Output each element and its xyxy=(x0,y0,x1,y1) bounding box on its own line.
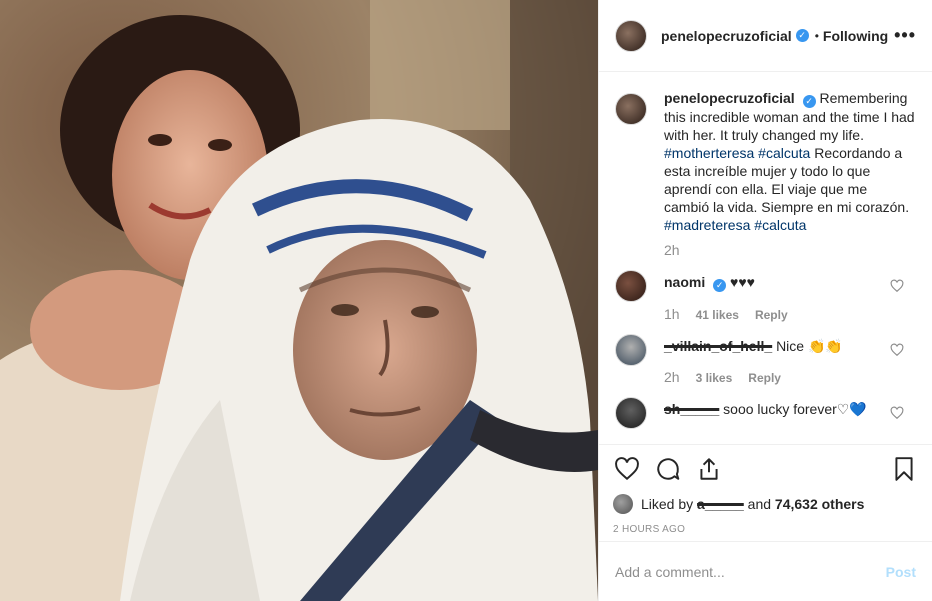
comment-body: sh_____ sooo lucky forever♡💙 xyxy=(664,400,886,429)
add-comment-bar: Post xyxy=(599,541,932,601)
avatar[interactable] xyxy=(615,270,647,302)
reply-button[interactable]: Reply xyxy=(748,371,781,385)
following-button[interactable]: Following xyxy=(823,28,888,44)
separator-dot: • xyxy=(814,28,819,43)
comment-username[interactable]: _villain_of_hell_ xyxy=(664,338,772,354)
comment-text-line: naomi ✓ ♥♥♥ xyxy=(664,273,886,292)
share-icon[interactable] xyxy=(695,455,723,483)
avatar[interactable] xyxy=(615,19,647,52)
post-image-art xyxy=(0,0,598,601)
avatar[interactable] xyxy=(613,494,633,514)
heart-icon[interactable] xyxy=(613,455,641,483)
liker-username[interactable]: a_____ xyxy=(697,496,744,512)
comment-text: Nice 👏👏 xyxy=(776,338,843,354)
comment-text-line: sh_____ sooo lucky forever♡💙 xyxy=(664,400,886,418)
post-header: penelopecruzoficial ✓ • Following ••• xyxy=(599,0,932,72)
like-comment-heart-icon[interactable] xyxy=(890,343,904,357)
hashtag-link[interactable]: #calcuta xyxy=(754,217,806,233)
more-icon[interactable]: ••• xyxy=(894,25,916,46)
comment-body: _villain_of_hell_ Nice 👏👏 2h 3 likes Rep… xyxy=(664,337,886,385)
caption-username[interactable]: penelopecruzoficial xyxy=(664,90,795,106)
comment-username[interactable]: sh_____ xyxy=(664,401,719,417)
verified-icon: ✓ xyxy=(713,279,727,292)
comment-icon[interactable] xyxy=(654,455,682,483)
likes-summary: Liked by a_____ and 74,632 others xyxy=(613,494,918,514)
bookmark-icon[interactable] xyxy=(890,455,918,483)
verified-icon: ✓ xyxy=(795,29,809,42)
comment-item: _villain_of_hell_ Nice 👏👏 2h 3 likes Rep… xyxy=(615,334,916,385)
reply-button[interactable]: Reply xyxy=(755,308,788,322)
hashtag-link[interactable]: #calcuta xyxy=(758,145,810,161)
hashtag-link[interactable]: #motherteresa xyxy=(664,145,754,161)
comment-text-line: _villain_of_hell_ Nice 👏👏 xyxy=(664,337,886,355)
action-icons xyxy=(613,455,918,483)
avatar[interactable] xyxy=(615,397,647,429)
comment-meta: 1h 41 likes Reply xyxy=(664,306,886,322)
likes-count[interactable]: 74,632 others xyxy=(775,496,865,512)
post-timestamp[interactable]: 2 HOURS AGO xyxy=(613,524,918,535)
comment-input[interactable] xyxy=(615,563,886,580)
caption-body: penelopecruzoficial ✓ Remembering this i… xyxy=(664,89,916,234)
like-comment-heart-icon[interactable] xyxy=(890,406,904,420)
comment-likes[interactable]: 41 likes xyxy=(696,308,739,322)
comment-item: naomi ✓ ♥♥♥ 1h 41 likes Reply xyxy=(615,270,916,322)
likes-middle: and xyxy=(747,496,772,512)
hashtag-link[interactable]: #madreteresa xyxy=(664,217,750,233)
post-image[interactable] xyxy=(0,0,598,601)
comment-item: sh_____ sooo lucky forever♡💙 xyxy=(615,397,916,429)
comments-list[interactable]: penelopecruzoficial ✓ Remembering this i… xyxy=(599,73,932,444)
likes-prefix: Liked by xyxy=(641,496,694,512)
verified-icon: ✓ xyxy=(802,95,816,108)
post-actions: Liked by a_____ and 74,632 others 2 HOUR… xyxy=(599,444,932,535)
avatar[interactable] xyxy=(615,334,647,366)
comment-text: ♥♥♥ xyxy=(730,274,755,290)
post-side-panel: penelopecruzoficial ✓ • Following ••• pe… xyxy=(598,0,932,601)
comment-text: sooo lucky forever♡💙 xyxy=(723,401,867,417)
like-comment-heart-icon[interactable] xyxy=(890,279,904,293)
comment-username[interactable]: naomi xyxy=(664,274,705,290)
comment-body: naomi ✓ ♥♥♥ 1h 41 likes Reply xyxy=(664,273,886,322)
header-username[interactable]: penelopecruzoficial xyxy=(661,28,792,44)
caption: penelopecruzoficial ✓ Remembering this i… xyxy=(615,89,916,234)
avatar[interactable] xyxy=(615,93,647,125)
comment-time[interactable]: 1h xyxy=(664,306,680,322)
caption-time: 2h xyxy=(664,242,680,258)
comment-likes[interactable]: 3 likes xyxy=(696,371,733,385)
post-comment-button[interactable]: Post xyxy=(886,564,916,580)
comment-time[interactable]: 2h xyxy=(664,369,680,385)
comment-meta: 2h 3 likes Reply xyxy=(664,369,886,385)
